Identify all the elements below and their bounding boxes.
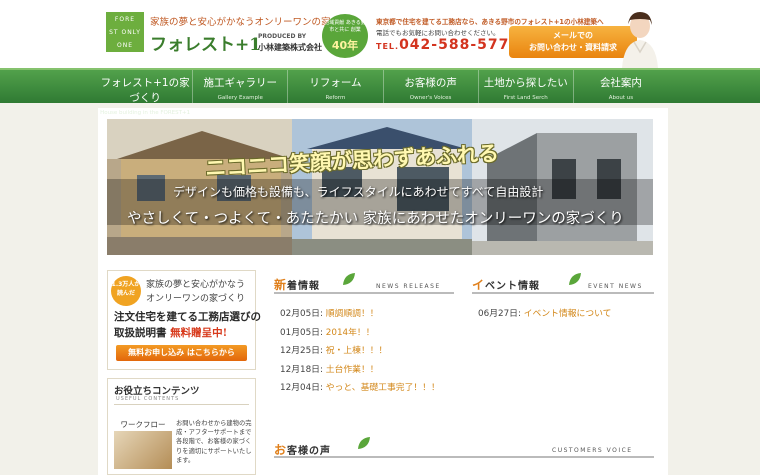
company-name: 小林建築株式会社 [258,43,322,52]
news-item[interactable]: 01月05日: 2014年！！ [280,325,440,344]
nav-label: 土地から探したい [483,77,568,89]
leaf-icon [569,273,581,285]
nav-label: 会社案内 [599,77,642,89]
anniversary-years: 40年 [331,39,359,52]
site-header: FORE ST ONLY ONE 家族の夢と安心がかなうオンリーワンの家づくり フォ… [0,0,760,68]
nav-item-gallery[interactable]: 施工ギャラリー Gallery Example [193,70,289,103]
news-date: 01月05日: [280,327,323,338]
promo-manual-label: 取扱説明書 [114,327,167,339]
anniversary-caption: 地域貢献 あきる野市と共に 創業 [324,20,366,33]
tel-prefix: TEL. [376,42,400,51]
event-date: 06月27日: [478,309,521,319]
event-title-link[interactable]: イベント情報について [524,309,612,319]
event-item[interactable]: 06月27日: イベント情報について [478,306,611,325]
news-list: 02月05日: 順調順調！！ 01月05日: 2014年！！ 12月25日: 祝… [280,306,440,399]
brand-name[interactable]: フォレスト+1 [150,30,261,55]
useful-contents-subtitle: USEFUL CONTENTS [116,396,180,402]
news-item[interactable]: 12月18日: 土台作業！！ [280,362,440,381]
event-rule [472,292,654,294]
tel-digits: 042-588-5776 [399,37,521,53]
news-subheading: NEWS RELEASE [376,283,441,290]
voices-rule [274,456,654,458]
news-item[interactable]: 12月04日: やっと、基礎工事完了！！！ [280,380,440,399]
nav-sublabel: Owner's Voices [409,95,452,101]
leaf-icon [358,437,370,449]
news-title-link[interactable]: 2014年！！ [326,328,375,338]
promo-line1: 家族の夢と安心がかなう [146,280,246,290]
news-date: 12月25日: [280,346,323,356]
nav-item-about-us[interactable]: 会社案内 About us [574,70,668,103]
event-subheading: EVENT NEWS [588,283,643,290]
news-heading-rest: 着情報 [287,281,321,292]
nav-sublabel: House building in the FOREST+1 [100,110,191,116]
nav-label: フォレスト+1の家づくり [100,77,190,104]
nav-item-reform[interactable]: リフォーム Reform [288,70,384,103]
event-heading: イベント情報 [472,276,540,293]
event-heading-rest: ベント情報 [485,281,541,292]
useful-contents-title: お役立ちコンテンツ [114,386,200,397]
hero-banner[interactable]: ニコニコ笑顔が思わずあふれる デザインも価格も設備も、ライフスタイルにあわせてす… [107,119,653,255]
tel-description: 東京都で住宅を建てる工務店なら、あきる野市のフォレスト+1の小林建築へ [376,18,604,26]
nav-sublabel: First Land Serch [503,95,548,101]
staff-photo [622,12,658,68]
news-heading-first: 新 [274,278,288,292]
nav-item-house-building[interactable]: フォレスト+1の家づくり House building in the FORES… [98,70,194,116]
event-list: 06月27日: イベント情報について [478,306,611,325]
event-heading-first: イ [472,278,486,292]
produced-by-label: PRODUCED BY [258,33,307,40]
workflow-thumbnail[interactable] [114,431,172,469]
nav-item-owners-voices[interactable]: お客様の声 Owner's Voices [384,70,479,103]
promo-line4: 取扱説明書 無料贈呈中! [114,325,227,340]
news-date: 12月18日: [280,364,323,375]
nav-label: お客様の声 [404,77,457,89]
nav-sublabel: Reform [325,95,346,101]
hero-catchcopy: やさしくて・つよくて・あたたかい 家族にあわせたオンリーワンの家づくり [127,211,624,227]
news-heading: 新着情報 [274,276,320,293]
news-date: 02月05日: [280,309,323,319]
nav-sublabel: Gallery Example [217,95,263,101]
nav-label: 施工ギャラリー [203,77,278,89]
global-nav: フォレスト+1の家づくり House building in the FORES… [0,68,760,116]
news-rule [274,292,454,294]
nav-sublabel: About us [608,95,634,101]
voices-subheading: CUSTOMERS VOICE [552,447,633,454]
tel-number[interactable]: TEL.042-588-5776 [376,37,520,53]
news-title-link[interactable]: 土台作業！！ [326,365,379,375]
promo-line3: 注文住宅を建てる工務店選びの [114,311,261,323]
nav-items: フォレスト+1の家づくり House building in the FORES… [98,70,668,116]
promo-line2: オンリーワンの家づくり [146,294,246,304]
leaf-icon [343,273,355,285]
divider [114,404,249,405]
tel-description-sub: 電話でもお気軽にお問い合わせください。 [376,29,500,37]
news-item[interactable]: 02月05日: 順調順調！！ [280,306,440,325]
news-title-link[interactable]: やっと、基礎工事完了！！！ [326,383,440,393]
news-date: 12月04日: [280,383,323,393]
nav-item-land-search[interactable]: 土地から探したい First Land Serch [479,70,574,103]
anniversary-badge: 地域貢献 あきる野市と共に 創業 40年 [322,14,368,58]
free-apply-button[interactable]: 無料お申し込み はこちらから [116,345,247,361]
hero-subline: デザインも価格も設備も、ライフスタイルにあわせてすべて自由設計 [173,185,544,199]
voices-heading-first: お [274,443,288,457]
site-logo[interactable]: FORE ST ONLY ONE [106,12,144,52]
news-title-link[interactable]: 順調順調！！ [326,309,379,319]
workflow-description: お問い合わせから建物の完成・アフターサポートまで各段階で、お客様の家づくりを適切… [176,420,252,464]
useful-contents-box: お役立ちコンテンツ USEFUL CONTENTS ワークフロー お問い合わせか… [107,378,256,475]
free-guide-promo[interactable]: 1.3万人が読んだ 家族の夢と安心がかなう オンリーワンの家づくり 注文住宅を建… [107,270,261,370]
news-title-link[interactable]: 祝・上棟！！！ [326,346,388,356]
nav-label: リフォーム [309,77,362,89]
readers-seal: 1.3万人が読んだ [111,276,141,306]
news-item[interactable]: 12月25日: 祝・上棟！！！ [280,343,440,362]
workflow-label[interactable]: ワークフロー [114,419,172,430]
promo-free-label: 無料贈呈中! [170,327,228,339]
